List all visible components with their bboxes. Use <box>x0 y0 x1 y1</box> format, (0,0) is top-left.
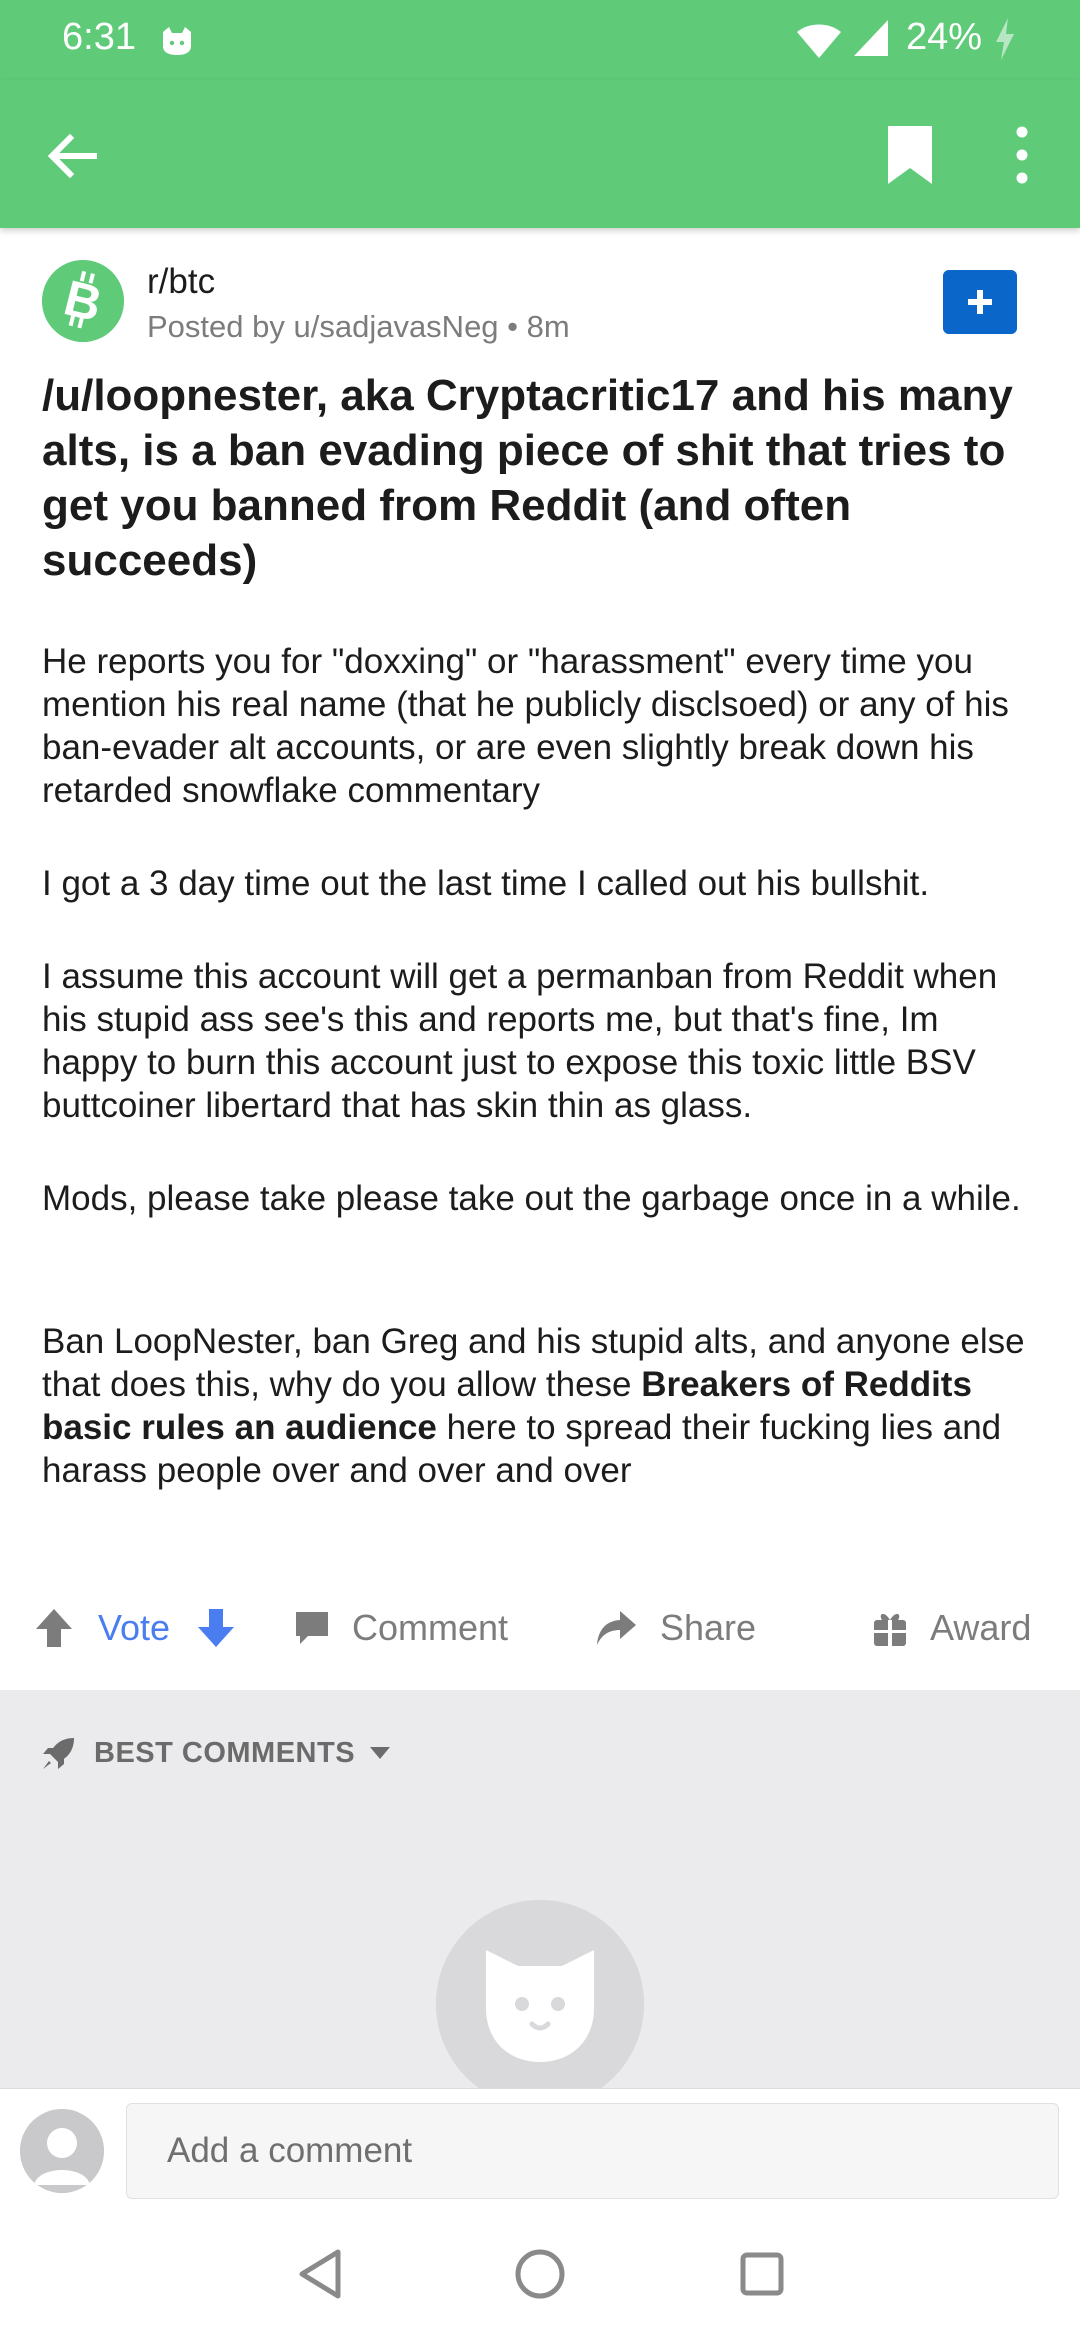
comment-composer: Add a comment <box>0 2088 1080 2216</box>
comment-label: Comment <box>352 1607 509 1648</box>
signal-icon <box>854 20 888 56</box>
comment-bubble-icon <box>296 1612 328 1644</box>
back-arrow-icon[interactable] <box>40 124 104 188</box>
comment-button[interactable]: Comment <box>294 1590 508 1666</box>
comments-area: BEST COMMENTS <box>0 1690 1080 2088</box>
upvote-arrow-icon <box>36 1609 72 1647</box>
post-title: /u/loopnester, aka Cryptacritic17 and hi… <box>42 371 1013 585</box>
user-avatar-icon <box>20 2109 104 2193</box>
user-avatar[interactable] <box>20 2109 104 2193</box>
nav-back-icon[interactable] <box>296 2246 346 2302</box>
vote-label: Vote <box>98 1607 171 1648</box>
post-paragraph: I got a 3 day time out the last time I c… <box>42 864 930 903</box>
bookmark-icon[interactable] <box>880 122 940 188</box>
post-meta: Posted by u/sadjavasNeg • 8m <box>147 309 570 344</box>
post-paragraph: I assume this account will get a permanb… <box>42 957 998 1125</box>
app-bar <box>0 80 1080 228</box>
award-button[interactable]: Award <box>872 1590 1031 1666</box>
status-time: 6:31 <box>62 16 136 58</box>
battery-percent: 24% <box>906 16 983 58</box>
post-actions: Vote Comment Share Award <box>0 1590 1080 1666</box>
post-paragraph: Mods, please take please take out the ga… <box>42 1179 1021 1218</box>
share-arrow-icon <box>597 1611 636 1645</box>
upvote-button[interactable] <box>34 1590 74 1666</box>
award-label: Award <box>930 1607 1032 1648</box>
post-body: He reports you for "doxxing" or "harassm… <box>42 640 1042 1542</box>
share-label: Share <box>660 1607 757 1648</box>
subreddit-name[interactable]: r/btc <box>147 262 215 302</box>
join-subreddit-button[interactable] <box>943 270 1017 334</box>
downvote-button[interactable] <box>196 1590 236 1666</box>
snoo-cat-icon <box>436 1900 644 2088</box>
status-bar: 6:31 24% <box>0 0 1080 80</box>
more-vertical-icon[interactable] <box>1004 122 1040 188</box>
system-nav-bar <box>0 2216 1080 2340</box>
add-comment-input[interactable]: Add a comment <box>126 2103 1059 2199</box>
subreddit-avatar[interactable]: B <box>42 260 124 342</box>
sort-label: BEST COMMENTS <box>94 1736 356 1769</box>
rocket-icon <box>43 1738 74 1769</box>
post-paragraph-last: Ban LoopNester, ban Greg and his stupid … <box>42 1320 1042 1492</box>
charging-icon <box>996 18 1014 60</box>
share-button[interactable]: Share <box>594 1590 756 1666</box>
downvote-arrow-icon <box>198 1609 234 1647</box>
empty-comments-illustration <box>436 1900 644 2088</box>
nav-recents-icon[interactable] <box>738 2250 786 2298</box>
chevron-down-icon <box>370 1747 391 1759</box>
nav-home-icon[interactable] <box>514 2248 566 2300</box>
notification-icon <box>163 27 191 55</box>
comment-sort-dropdown[interactable]: BEST COMMENTS <box>40 1734 391 1772</box>
gift-icon <box>874 1613 906 1646</box>
wifi-icon <box>797 24 841 58</box>
post-paragraph: He reports you for "doxxing" or "harassm… <box>42 642 1009 810</box>
